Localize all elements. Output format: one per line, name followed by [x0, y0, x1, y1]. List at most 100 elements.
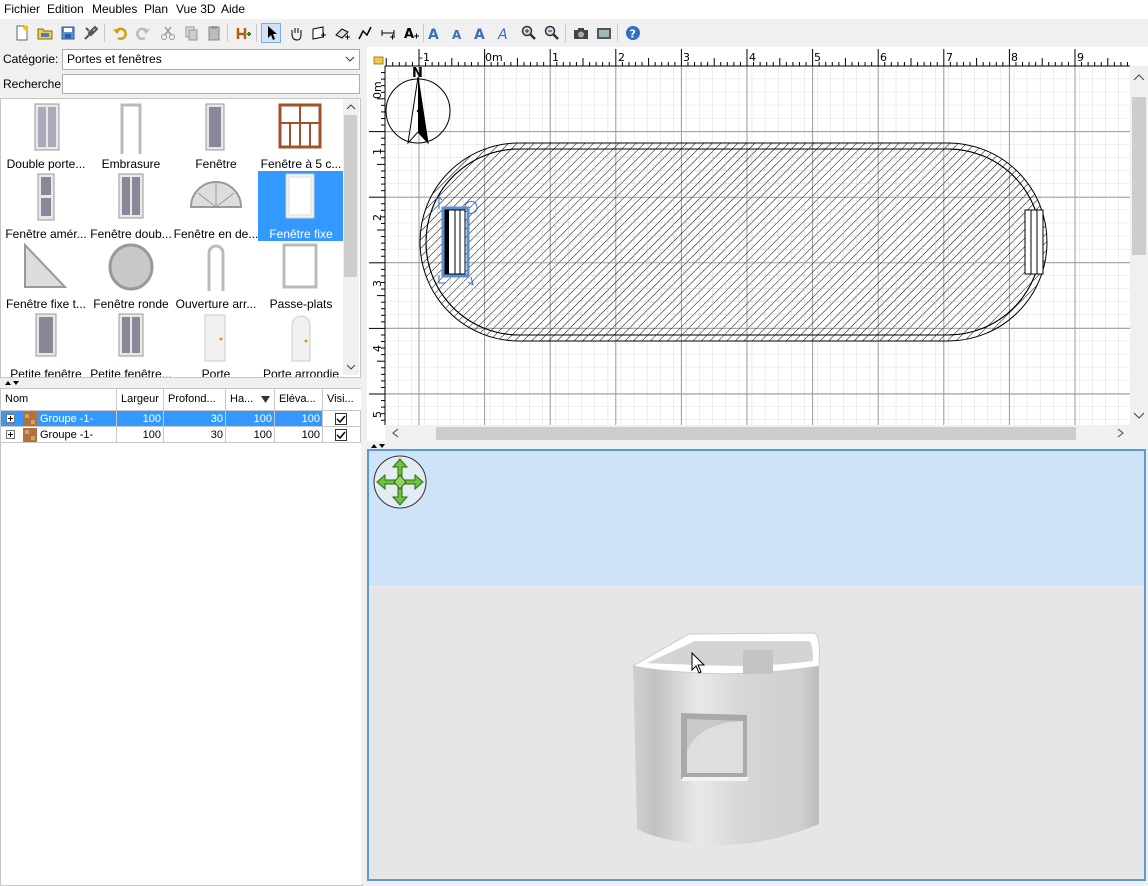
copy-icon[interactable]: [181, 23, 201, 43]
catalog-item-petite-fenetre[interactable]: Petite fenêtre: [3, 311, 89, 378]
catalog-item-porte-arrondie[interactable]: Porte arrondie: [258, 311, 344, 378]
decrease-text-icon[interactable]: A: [448, 23, 468, 43]
view-3d[interactable]: [367, 449, 1146, 881]
double-door-icon: [34, 103, 60, 151]
catalog-item-double-porte[interactable]: Double porte...: [3, 101, 89, 171]
menu-vue3d[interactable]: Vue 3D: [176, 2, 216, 16]
row-height: 100: [226, 427, 275, 443]
menu-fichier[interactable]: Fichier: [4, 2, 40, 16]
create-video-icon[interactable]: [594, 23, 614, 43]
search-input[interactable]: [62, 74, 360, 94]
pan-mode-icon[interactable]: [286, 23, 306, 43]
ruler-y-label: 0m: [371, 81, 384, 99]
catalog-item-ouverture-arrondie[interactable]: Ouverture arr...: [173, 241, 259, 311]
column-visible[interactable]: Visi...: [323, 389, 362, 410]
category-select[interactable]: Portes et fenêtres: [62, 49, 360, 70]
window-right[interactable]: [1024, 209, 1044, 275]
paste-icon[interactable]: [204, 23, 224, 43]
svg-text:A: A: [474, 27, 485, 41]
increase-text-icon[interactable]: A: [425, 23, 445, 43]
catalog-item-fenetre-fixe-triangle[interactable]: Fenêtre fixe t...: [3, 241, 89, 311]
row-width: 100: [117, 411, 164, 427]
table-row[interactable]: Groupe -1- 100 30 100 100: [1, 411, 361, 427]
row-elevation: 100: [275, 411, 323, 427]
add-text-icon[interactable]: A: [401, 23, 421, 43]
door-frame-icon: [120, 103, 142, 154]
ruler-x-label: 4: [749, 51, 756, 64]
plan-vscroll-thumb[interactable]: [1132, 97, 1146, 255]
cut-icon[interactable]: [158, 23, 178, 43]
horizontal-splitter[interactable]: [367, 441, 1148, 449]
visible-checkbox[interactable]: [335, 429, 347, 441]
walls[interactable]: [419, 142, 1048, 342]
search-label: Recherche:: [3, 77, 65, 91]
ruler-x-label: 1: [552, 51, 559, 64]
catalog-item-label: Ouverture arr...: [175, 297, 257, 311]
create-photo-icon[interactable]: [571, 23, 591, 43]
catalog-item-fenetre-double[interactable]: Fenêtre doub...: [88, 171, 174, 241]
catalog-item-embrasure[interactable]: Embrasure: [88, 101, 174, 171]
create-walls-icon[interactable]: [309, 23, 329, 43]
triangle-window-icon: [24, 242, 68, 288]
redo-icon[interactable]: [133, 23, 153, 43]
catalog-item-label: Fenêtre à 5 c...: [260, 157, 342, 171]
select-mode-icon[interactable]: [261, 23, 281, 43]
catalog-item-label: Passe-plats: [269, 297, 333, 311]
catalog-item-fenetre-5-carreaux[interactable]: Fenêtre à 5 c...: [258, 101, 344, 171]
catalog-scroll-thumb[interactable]: [344, 115, 357, 277]
menu-aide[interactable]: Aide: [221, 2, 245, 16]
catalog-item-label: Porte: [201, 367, 231, 378]
zoom-out-icon[interactable]: [542, 23, 562, 43]
table-row[interactable]: Groupe -1- 100 30 100 100: [1, 427, 361, 443]
visible-checkbox[interactable]: [335, 413, 347, 425]
round-window-icon: [108, 243, 154, 291]
open-file-icon[interactable]: [35, 23, 55, 43]
splitter-arrows-icon[interactable]: [369, 442, 389, 448]
double-window-icon: [118, 173, 144, 219]
new-file-icon[interactable]: [12, 23, 32, 43]
splitter-arrows-icon[interactable]: [3, 378, 23, 386]
zoom-in-icon[interactable]: [519, 23, 539, 43]
catalog-item-label: Petite fenêtre...: [90, 367, 172, 378]
catalog-item-fenetre-fixe[interactable]: Fenêtre fixe: [258, 171, 344, 241]
small-double-window-icon: [118, 313, 144, 357]
navigation-arrows-icon[interactable]: [373, 455, 427, 509]
catalog-item-porte[interactable]: Porte: [173, 311, 259, 378]
menu-meubles[interactable]: Meubles: [92, 2, 137, 16]
five-pane-window-icon: [278, 103, 322, 149]
create-polylines-icon[interactable]: [355, 23, 375, 43]
menu-plan[interactable]: Plan: [144, 2, 168, 16]
ruler-y-label: 1: [371, 148, 384, 155]
plan-view[interactable]: -1 0m 1 2 3 4 5 6 7 8 9 0m 1 2 3 4 5 N: [367, 47, 1148, 441]
column-largeur[interactable]: Largeur: [117, 389, 164, 410]
catalog-item-label: Porte arrondie: [262, 367, 340, 378]
bold-text-icon[interactable]: A: [471, 23, 491, 43]
column-nom[interactable]: Nom: [1, 389, 117, 410]
plan-hscroll-thumb[interactable]: [436, 427, 1076, 440]
undo-icon[interactable]: [110, 23, 130, 43]
catalog-item-petite-fenetre-double[interactable]: Petite fenêtre...: [88, 311, 174, 378]
catalog-item-fenetre-ronde[interactable]: Fenêtre ronde: [88, 241, 174, 311]
create-rooms-icon[interactable]: [332, 23, 352, 43]
catalog-item-fenetre-demi-lune[interactable]: Fenêtre en de...: [173, 171, 259, 241]
expand-icon[interactable]: [6, 430, 15, 439]
ruler-x-label: -1: [419, 51, 430, 64]
catalog-item-passe-plats[interactable]: Passe-plats: [258, 241, 344, 311]
add-furniture-icon[interactable]: [233, 23, 253, 43]
catalog-item-fenetre[interactable]: Fenêtre: [173, 101, 259, 171]
help-icon[interactable]: ?: [623, 23, 643, 43]
column-hauteur[interactable]: Ha...: [226, 389, 275, 410]
preferences-icon[interactable]: [81, 23, 101, 43]
chevron-up-icon: [346, 104, 356, 110]
menu-edition[interactable]: Edition: [47, 2, 84, 16]
expand-icon[interactable]: [6, 414, 15, 423]
create-dimensions-icon[interactable]: [378, 23, 398, 43]
catalog-item-fenetre-americaine[interactable]: Fenêtre amér...: [3, 171, 89, 241]
save-icon[interactable]: [58, 23, 78, 43]
catalog-scrollbar[interactable]: [343, 99, 359, 375]
italic-text-icon[interactable]: A: [494, 23, 514, 43]
catalog-item-label: Petite fenêtre: [10, 367, 82, 378]
column-elevation[interactable]: Eléva...: [275, 389, 323, 410]
arched-opening-icon: [207, 244, 225, 291]
column-profondeur[interactable]: Profond...: [164, 389, 226, 410]
